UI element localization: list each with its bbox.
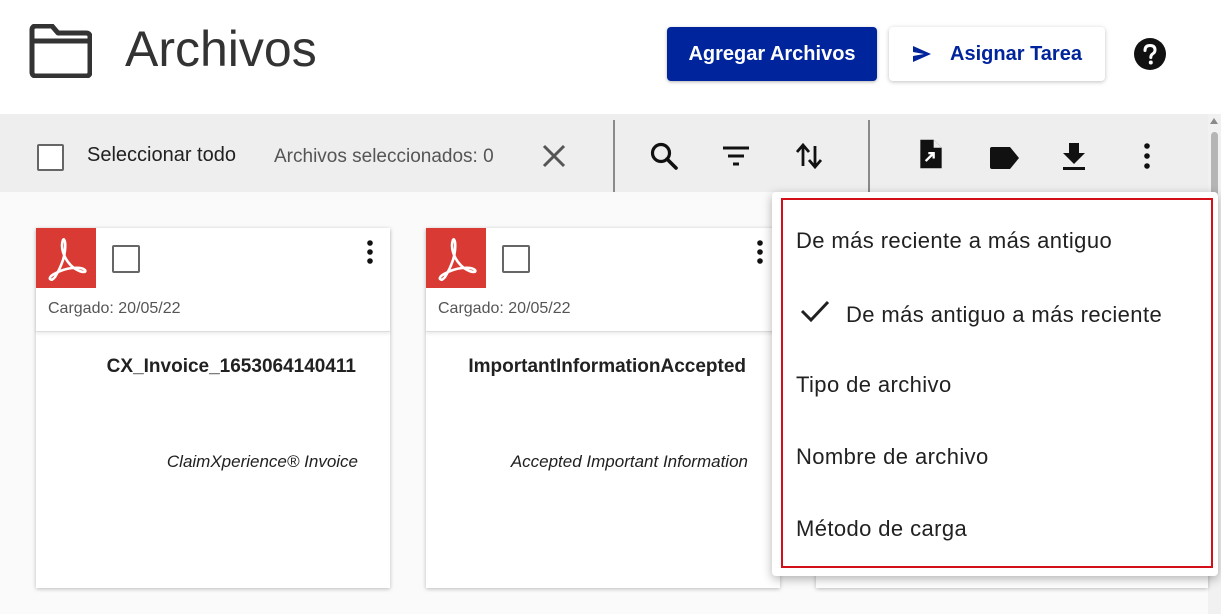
file-name: CX_Invoice_1653064140411 [106,356,356,377]
help-icon[interactable] [1134,38,1166,70]
page-header: Archivos Agregar Archivos Asignar Tarea [0,0,1221,114]
sort-icon[interactable] [793,140,825,172]
file-name: ImportantInformationAccepted [468,356,746,377]
file-description: Accepted Important Information [510,452,748,471]
assign-task-button[interactable]: Asignar Tarea [889,27,1105,81]
file-card[interactable]: Cargado: 20/05/22 CX_Invoice_16530641404… [36,228,390,588]
upload-date: Cargado: 20/05/22 [438,300,571,317]
page-title: Archivos [125,21,317,77]
sort-option-oldest[interactable]: De más antiguo a más reciente [846,302,1162,328]
sort-option-file-name[interactable]: Nombre de archivo [796,444,989,470]
toolbar-divider [613,120,615,192]
more-vert-icon[interactable] [1131,140,1163,172]
select-all-label: Seleccionar todo [87,144,236,166]
send-icon [913,46,932,62]
selected-count: Archivos seleccionados: 0 [274,146,494,167]
label-icon[interactable] [988,142,1020,174]
folder-icon [29,24,92,78]
file-export-icon[interactable] [915,138,947,170]
pdf-icon [426,228,486,288]
sort-option-file-type[interactable]: Tipo de archivo [796,372,952,398]
pdf-icon [36,228,96,288]
file-description: ClaimXperience® Invoice [166,452,358,471]
more-vert-icon[interactable] [750,238,770,270]
file-checkbox[interactable] [502,245,530,273]
filter-icon[interactable] [720,140,752,172]
file-card[interactable]: Cargado: 20/05/22 ImportantInformationAc… [426,228,780,588]
close-icon[interactable] [538,140,570,172]
assign-task-label: Asignar Tarea [950,42,1082,65]
check-icon [800,300,830,323]
file-checkbox[interactable] [112,245,140,273]
add-files-button[interactable]: Agregar Archivos [667,27,877,81]
toolbar-divider [868,120,870,192]
file-card-header: Cargado: 20/05/22 [36,228,390,332]
sort-option-newest[interactable]: De más reciente a más antiguo [796,228,1112,254]
download-icon[interactable] [1058,140,1090,172]
file-toolbar: Seleccionar todo Archivos seleccionados:… [0,114,1208,192]
select-all-checkbox[interactable] [37,144,64,171]
more-vert-icon[interactable] [360,238,380,270]
file-card-header: Cargado: 20/05/22 [426,228,780,332]
sort-option-upload-method[interactable]: Método de carga [796,516,967,542]
search-icon[interactable] [648,140,680,172]
scroll-up-arrow[interactable] [1210,118,1218,124]
upload-date: Cargado: 20/05/22 [48,300,181,317]
